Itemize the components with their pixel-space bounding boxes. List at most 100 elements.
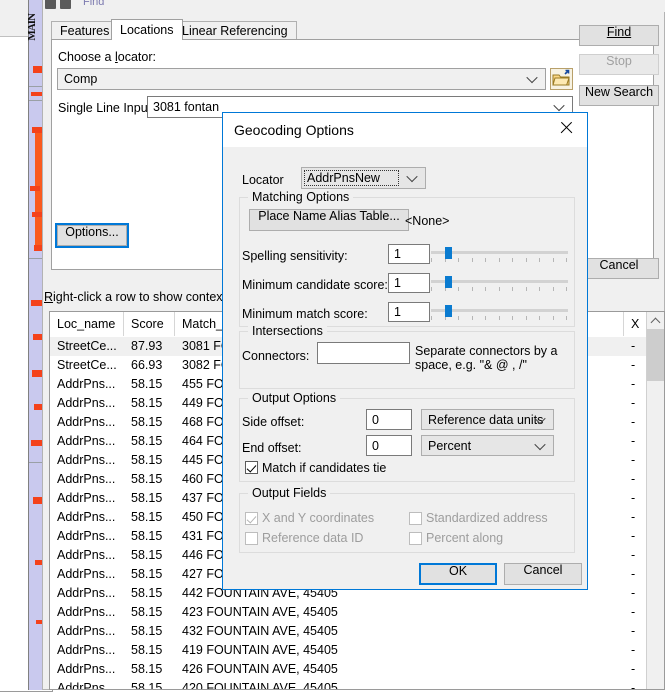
side-offset-input[interactable]: 0 [366, 409, 412, 430]
spelling-sensitivity-slider[interactable] [431, 247, 568, 263]
end-offset-units-combo[interactable]: Percent [421, 435, 554, 456]
tab-features[interactable]: Features [51, 21, 119, 40]
cell-score: 58.15 [131, 434, 163, 448]
cell-score: 58.15 [131, 377, 163, 391]
slider-thumb[interactable] [445, 247, 452, 259]
minimum-match-score-label: Minimum match score: [242, 307, 368, 321]
cell-loc-name: AddrPns... [57, 586, 116, 600]
find-window-title: Find [83, 0, 105, 8]
locator-combo[interactable]: Comp [57, 68, 546, 90]
focus-rect [304, 170, 399, 186]
table-row[interactable]: AddrPns... 58.15 419 FOUNTAIN AVE, 45405- [50, 641, 664, 660]
ok-button-label: OK [448, 564, 468, 578]
grid-scrollbar-vertical[interactable] [646, 312, 664, 689]
cell-loc-name: AddrPns... [57, 396, 116, 410]
spelling-sensitivity-value: 1 [394, 247, 401, 261]
chevron-down-icon [408, 173, 417, 182]
table-row[interactable]: AddrPns... 58.15 426 FOUNTAIN AVE, 45405- [50, 660, 664, 679]
cell-score: 58.15 [131, 662, 163, 676]
minimum-candidate-score-input[interactable]: 1 [388, 273, 430, 293]
column-header-loc-name[interactable]: Loc_name [50, 312, 124, 336]
chevron-down-icon [536, 414, 545, 423]
side-offset-units-combo[interactable]: Reference data units [421, 409, 554, 430]
place-name-alias-table-label: Place Name Alias Table... [258, 209, 400, 223]
standardized-address-label: Standardized address [426, 511, 548, 525]
cell-loc-name: AddrPns... [57, 510, 116, 524]
add-locator-button[interactable] [550, 68, 573, 90]
table-row[interactable]: AddrPns... 58.15 432 FOUNTAIN AVE, 45405- [50, 622, 664, 641]
percent-along-checkbox [409, 532, 422, 545]
output-options-title: Output Options [248, 391, 341, 405]
output-fields-title: Output Fields [248, 486, 331, 500]
tab-locations[interactable]: Locations [111, 19, 183, 40]
tab-linear-referencing[interactable]: Linear Referencing [173, 21, 297, 40]
match-if-candidates-tie-checkbox[interactable] [245, 461, 258, 474]
cancel-button[interactable]: Cancel [579, 258, 659, 279]
cell-loc-name: AddrPns... [57, 662, 116, 676]
cell-score: 58.15 [131, 453, 163, 467]
side-offset-label: Side offset: [242, 415, 305, 429]
find-tabs: Features Locations Linear Referencing [51, 19, 654, 40]
end-offset-input[interactable]: 0 [366, 435, 412, 456]
cell-score: 58.15 [131, 567, 163, 581]
intersections-title: Intersections [248, 324, 327, 338]
dialog-locator-combo[interactable]: AddrPnsNew [301, 167, 426, 189]
cell-match-addr: 419 FOUNTAIN AVE, 45405 [182, 643, 338, 657]
stop-button-label: Stop [606, 54, 632, 68]
dialog-titlebar: Geocoding Options [223, 113, 587, 147]
cell-score: 58.15 [131, 491, 163, 505]
chevron-down-icon[interactable] [555, 102, 564, 111]
ok-button[interactable]: OK [419, 563, 497, 585]
minimum-match-score-value: 1 [394, 305, 401, 319]
single-line-input-value: 3081 fontan [153, 100, 220, 114]
slider-thumb[interactable] [445, 276, 452, 288]
tab-linear-referencing-label: Linear Referencing [182, 24, 288, 38]
close-icon[interactable] [545, 113, 587, 143]
cell-score: 66.93 [131, 358, 163, 372]
new-search-button[interactable]: New Search [579, 85, 659, 106]
dialog-locator-label: Locator [242, 173, 284, 187]
scroll-up-icon[interactable] [647, 312, 664, 329]
cell-loc-name: AddrPns... [57, 624, 116, 638]
cancel-button-label: Cancel [599, 258, 639, 272]
cell-loc-name: AddrPns... [57, 567, 116, 581]
cell-loc-name: AddrPns... [57, 681, 116, 690]
column-header-score[interactable]: Score [124, 312, 175, 336]
find-button[interactable]: Find [579, 25, 659, 46]
cell-loc-name: AddrPns... [57, 529, 116, 543]
cell-loc-name: AddrPns... [57, 415, 116, 429]
window-icon-1 [45, 0, 56, 9]
options-button[interactable]: Options... [55, 223, 129, 248]
cell-loc-name: AddrPns... [57, 453, 116, 467]
stop-button: Stop [579, 54, 659, 75]
window-icon-2 [60, 0, 71, 9]
table-row[interactable]: AddrPns... 58.15 420 FOUNTAIN AVE, 45405- [50, 679, 664, 690]
reference-data-id-label: Reference data ID [262, 531, 364, 545]
cell-loc-name: StreetCe... [57, 358, 117, 372]
cell-score: 58.15 [131, 415, 163, 429]
cell-loc-name: AddrPns... [57, 472, 116, 486]
side-offset-units-value: Reference data units [428, 412, 544, 427]
minimum-match-score-slider[interactable] [431, 305, 568, 321]
cell-score: 58.15 [131, 586, 163, 600]
options-button-label: Options... [65, 225, 119, 239]
percent-along-label: Percent along [426, 531, 504, 545]
cell-loc-name: AddrPns... [57, 491, 116, 505]
open-folder-icon [552, 69, 570, 86]
connectors-input[interactable] [317, 342, 410, 364]
spelling-sensitivity-input[interactable]: 1 [388, 244, 430, 264]
cell-score: 58.15 [131, 510, 163, 524]
minimum-candidate-score-slider[interactable] [431, 276, 568, 292]
minimum-match-score-input[interactable]: 1 [388, 302, 430, 322]
table-row[interactable]: AddrPns... 58.15 423 FOUNTAIN AVE, 45405- [50, 603, 664, 622]
cell-loc-name: AddrPns... [57, 548, 116, 562]
dialog-cancel-button[interactable]: Cancel [504, 563, 582, 585]
x-and-y-coordinates-label: X and Y coordinates [262, 511, 375, 525]
tab-features-label: Features [60, 24, 110, 38]
new-search-button-label: New Search [584, 85, 654, 99]
place-name-alias-table-button[interactable]: Place Name Alias Table... [249, 209, 409, 231]
cell-loc-name: StreetCe... [57, 339, 117, 353]
connectors-help: Separate connectors by a space, e.g. "& … [415, 344, 565, 372]
slider-thumb[interactable] [445, 305, 452, 317]
scrollbar-thumb[interactable] [647, 329, 664, 381]
